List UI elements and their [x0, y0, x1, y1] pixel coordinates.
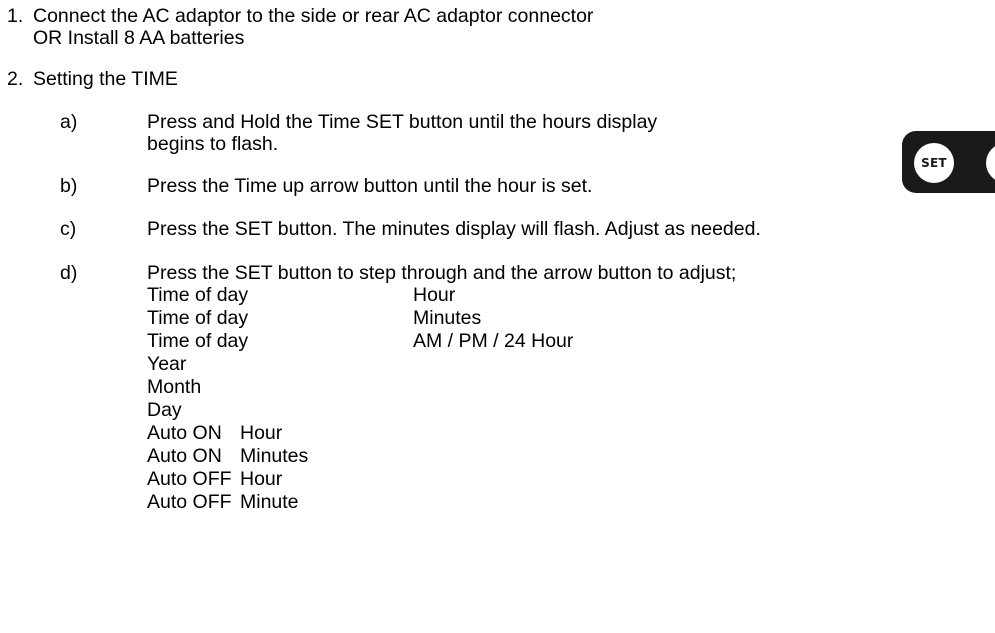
- step-1-number: 1.: [7, 5, 24, 27]
- step-d-label: d): [60, 262, 78, 284]
- setting-row-value: Minutes: [240, 445, 309, 467]
- set-button-icon: SET: [902, 131, 995, 193]
- step-c-text: Press the SET button. The minutes displa…: [147, 218, 761, 240]
- setting-row-item: Auto OFF: [147, 491, 232, 513]
- setting-row-item: Year: [147, 353, 187, 375]
- step-c-label: c): [60, 218, 77, 240]
- setting-row-value: Hour: [413, 284, 456, 306]
- setting-row-item: Time of day: [147, 330, 249, 352]
- setting-row-value: Hour: [240, 422, 283, 444]
- step-1-line-2: OR Install 8 AA batteries: [33, 27, 245, 49]
- step-a-line-2: begins to flash.: [147, 133, 279, 155]
- step-2-title: Setting the TIME: [33, 68, 178, 90]
- setting-row-item: Month: [147, 376, 202, 398]
- set-label: SET: [914, 143, 954, 183]
- step-a-line-1: Press and Hold the Time SET button until…: [147, 111, 658, 133]
- setting-row-item: Auto ON: [147, 445, 222, 467]
- setting-row-item: Auto OFF: [147, 468, 232, 490]
- setting-row-value: Minute: [240, 491, 299, 513]
- setting-row-item: Time of day: [147, 307, 249, 329]
- setting-row-item: Time of day: [147, 284, 249, 306]
- setting-row-value: Hour: [240, 468, 283, 490]
- arrow-button-icon: [986, 143, 995, 183]
- step-b-label: b): [60, 175, 78, 197]
- setting-row-value: AM / PM / 24 Hour: [413, 330, 574, 352]
- step-2-number: 2.: [7, 68, 24, 90]
- step-b-text: Press the Time up arrow button until the…: [147, 175, 593, 197]
- setting-row-item: Day: [147, 399, 182, 421]
- step-d-text: Press the SET button to step through and…: [147, 262, 737, 284]
- step-1-line-1: Connect the AC adaptor to the side or re…: [33, 5, 594, 27]
- step-a-label: a): [60, 111, 78, 133]
- setting-row-value: Minutes: [413, 307, 482, 329]
- setting-row-item: Auto ON: [147, 422, 222, 444]
